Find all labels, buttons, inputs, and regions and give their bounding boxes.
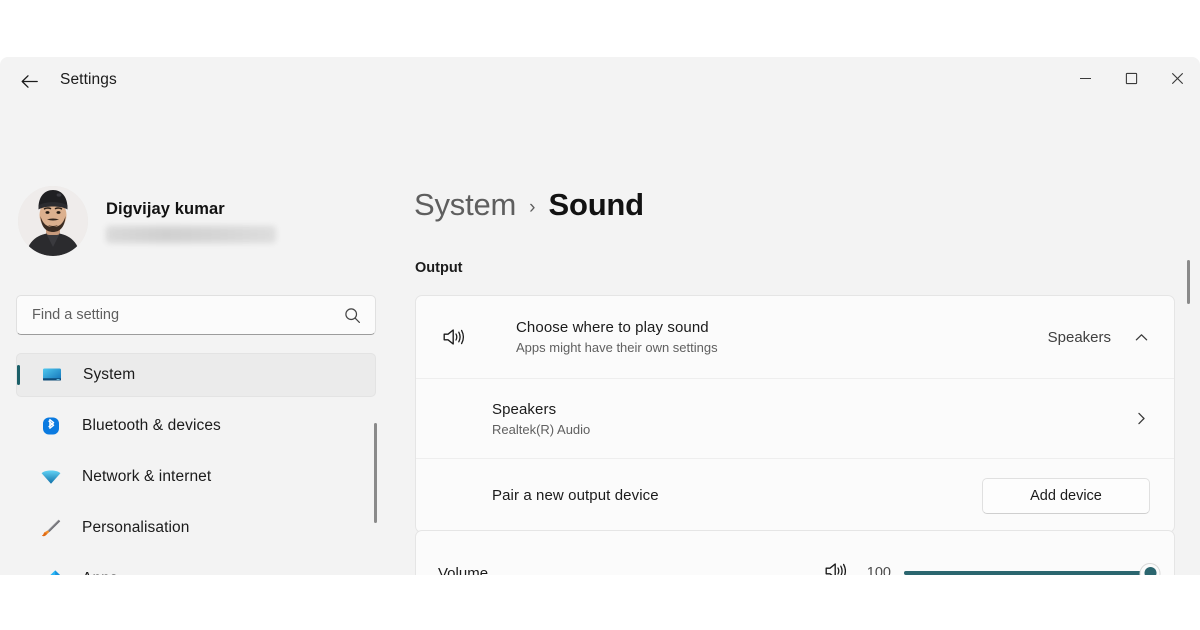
- speaker-icon[interactable]: [824, 560, 850, 575]
- sidebar: Digvijay kumar Find a setting System Blu…: [0, 105, 392, 575]
- search-icon[interactable]: [344, 307, 361, 329]
- row-texts: Speakers Realtek(R) Audio: [492, 401, 590, 437]
- add-device-button[interactable]: Add device: [982, 477, 1150, 514]
- chevron-up-icon[interactable]: [1133, 329, 1150, 346]
- screen: Settings Digvijay kumar Find a setting S…: [0, 0, 1200, 630]
- sidebar-item-label: Network & internet: [82, 468, 212, 485]
- search-input[interactable]: Find a setting: [16, 295, 376, 335]
- section-heading-output: Output: [415, 260, 463, 276]
- volume-value: 100: [866, 565, 891, 575]
- slider-fill: [904, 571, 1150, 575]
- breadcrumb-parent[interactable]: System: [414, 187, 516, 223]
- row-speakers-device[interactable]: Speakers Realtek(R) Audio: [416, 378, 1174, 458]
- volume-card: Volume 100: [415, 530, 1175, 575]
- sidebar-item-label: Apps: [82, 570, 118, 575]
- slider-thumb[interactable]: [1139, 562, 1161, 575]
- maximize-button[interactable]: [1108, 57, 1154, 99]
- nav-list: System Bluetooth & devices Network & int…: [0, 353, 392, 575]
- bluetooth-icon: [40, 415, 62, 437]
- paintbrush-icon: [40, 517, 62, 539]
- row-subtitle: Apps might have their own settings: [516, 340, 718, 355]
- account-text: Digvijay kumar: [106, 200, 276, 243]
- sidebar-item-label: Bluetooth & devices: [82, 417, 221, 434]
- sidebar-item-apps[interactable]: Apps: [16, 557, 376, 575]
- app-title: Settings: [60, 71, 117, 88]
- apps-icon: [40, 568, 62, 575]
- account-block[interactable]: Digvijay kumar: [18, 183, 358, 259]
- close-icon: [1171, 72, 1184, 85]
- speaker-icon: [438, 326, 472, 348]
- row-title: Pair a new output device: [492, 487, 659, 504]
- page-title: Sound: [548, 187, 644, 222]
- sidebar-item-network-internet[interactable]: Network & internet: [16, 455, 376, 499]
- sidebar-item-bluetooth-devices[interactable]: Bluetooth & devices: [16, 404, 376, 448]
- row-right: Speakers: [1048, 329, 1150, 346]
- row-title: Speakers: [492, 400, 557, 418]
- selected-output-value: Speakers: [1047, 328, 1111, 346]
- close-button[interactable]: [1154, 57, 1200, 99]
- search-placeholder: Find a setting: [32, 307, 120, 323]
- main-content: System › Sound Output Choose where to pl…: [392, 105, 1200, 575]
- sidebar-item-label: System: [83, 366, 136, 383]
- row-texts: Choose where to play sound Apps might ha…: [516, 319, 718, 355]
- arrow-left-icon: [19, 71, 40, 92]
- back-button[interactable]: [10, 62, 48, 100]
- row-right: Add device: [982, 477, 1150, 514]
- avatar-photo: [18, 186, 88, 256]
- minimize-icon: [1079, 72, 1092, 85]
- maximize-icon: [1125, 72, 1138, 85]
- breadcrumb: System › Sound: [414, 187, 644, 223]
- main-scrollbar-thumb[interactable]: [1187, 260, 1190, 304]
- volume-label: Volume: [438, 564, 489, 576]
- monitor-icon: [41, 364, 63, 386]
- account-name: Digvijay kumar: [106, 199, 225, 218]
- output-card: Choose where to play sound Apps might ha…: [415, 295, 1175, 533]
- account-email-redacted: [106, 225, 276, 243]
- row-choose-where-to-play-sound[interactable]: Choose where to play sound Apps might ha…: [416, 296, 1174, 378]
- window-controls: [1062, 57, 1200, 99]
- chevron-right-icon[interactable]: [1133, 410, 1150, 427]
- row-pair-new-output-device: Pair a new output device Add device: [416, 458, 1174, 532]
- row-title: Choose where to play sound: [516, 319, 709, 336]
- row-texts: Pair a new output device: [492, 487, 659, 504]
- wifi-icon: [40, 466, 62, 488]
- chevron-right-icon: ›: [529, 197, 536, 218]
- sidebar-item-system[interactable]: System: [16, 353, 376, 397]
- row-subtitle: Realtek(R) Audio: [492, 421, 591, 437]
- row-volume: Volume 100: [416, 531, 1174, 575]
- minimize-button[interactable]: [1062, 57, 1108, 99]
- settings-window: Settings Digvijay kumar Find a setting S…: [0, 57, 1200, 575]
- title-bar: Settings: [0, 57, 1200, 105]
- avatar: [18, 186, 88, 256]
- row-right: [1133, 410, 1150, 427]
- volume-controls: 100: [824, 560, 1161, 575]
- sidebar-item-personalisation[interactable]: Personalisation: [16, 506, 376, 550]
- volume-slider[interactable]: [904, 562, 1161, 575]
- sidebar-item-label: Personalisation: [82, 519, 190, 536]
- sidebar-scrollbar-thumb[interactable]: [374, 423, 377, 523]
